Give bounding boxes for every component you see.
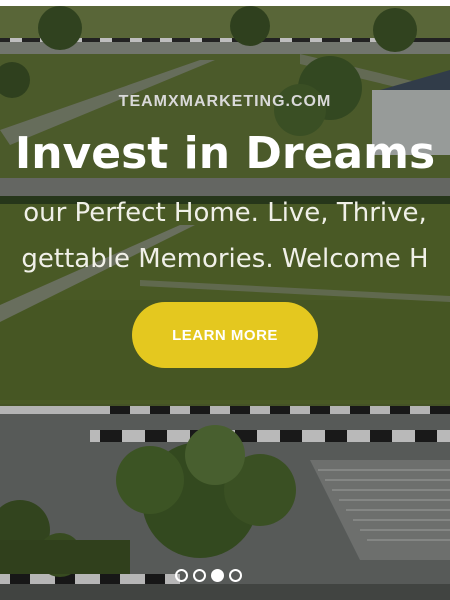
slider-pagination xyxy=(175,569,242,582)
slider-dot[interactable] xyxy=(193,569,206,582)
slider-dot[interactable] xyxy=(229,569,242,582)
slider-dot-active[interactable] xyxy=(211,569,224,582)
site-domain-label: TEAMXMARKETING.COM xyxy=(118,93,332,110)
learn-more-button[interactable]: LEARN MORE xyxy=(132,302,318,368)
top-edge xyxy=(0,0,450,6)
hero-subline-1: our Perfect Home. Live, Thrive, xyxy=(23,198,427,228)
hero-subline-2: gettable Memories. Welcome H xyxy=(21,244,429,274)
hero-banner: TEAMXMARKETING.COM Invest in Dreams our … xyxy=(0,0,450,600)
hero-dark-overlay xyxy=(0,0,450,600)
slider-dot[interactable] xyxy=(175,569,188,582)
hero-headline: Invest in Dreams xyxy=(14,128,436,179)
